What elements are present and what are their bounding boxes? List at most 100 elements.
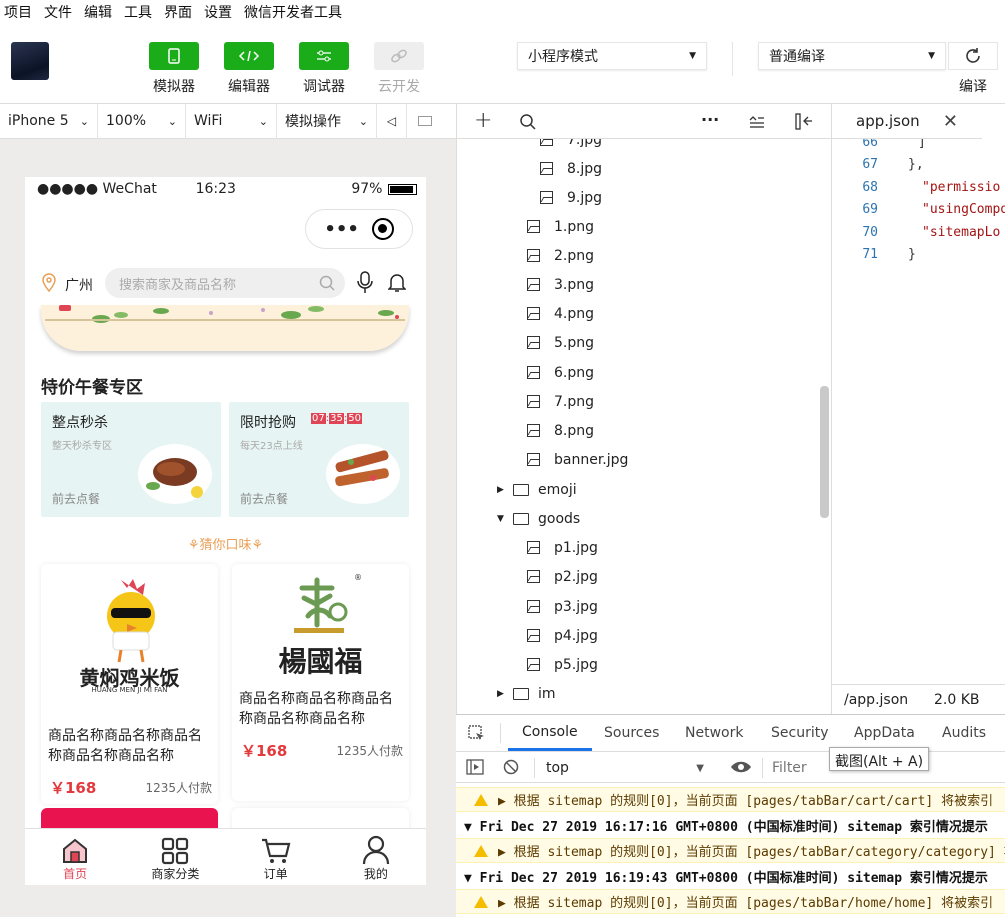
chevron-down-icon[interactable]: ▼ [497,514,505,524]
compile-button[interactable] [948,42,998,70]
tree-file[interactable]: 5.png [527,328,594,357]
window-button[interactable] [407,104,442,139]
tree-file[interactable]: 4.png [527,299,594,328]
microphone-icon[interactable] [357,271,373,295]
menu-tools[interactable]: 工具 [120,2,160,22]
tab-audits[interactable]: Audits [942,715,986,751]
tab-profile[interactable]: 我的 [326,829,426,885]
zoom-select[interactable]: 100% ⌄ [98,103,186,139]
console-group[interactable]: ▼ Fri Dec 27 2019 16:17:16 GMT+0800 (中国标… [456,813,1005,838]
tab-orders[interactable]: 订单 [226,829,326,885]
cloud-button[interactable] [374,42,424,70]
collapse-all-icon[interactable] [749,115,765,129]
tree-folder[interactable]: ▼ goods [497,504,580,533]
chevron-right-icon[interactable]: ▶ [497,485,505,495]
tree-file[interactable]: p1.jpg [527,533,598,562]
tree-file[interactable]: 7.png [527,387,594,416]
tree-file[interactable]: p4.jpg [527,621,598,650]
tab-sources[interactable]: Sources [604,715,659,751]
search-input[interactable]: 搜索商家及商品名称 [105,268,345,298]
tree-file[interactable]: 9.jpg [540,183,602,212]
mute-button[interactable]: ◁ [377,103,407,139]
product-card[interactable]: 黄焖鸡米饭 HUANG MEN JI MI FAN 商品名称商品名称商品名称商品… [41,564,218,804]
user-avatar[interactable] [11,42,49,80]
menu-view[interactable]: 界面 [160,2,200,22]
compile-select-value: 普通编译 [769,49,825,65]
flash-sale-card[interactable]: 整点秒杀 整天秒杀专区 前去点餐 [41,402,221,517]
product-sold: 1235人付款 [336,744,403,758]
clear-console-icon[interactable] [503,759,519,775]
console-warning[interactable]: ▶ 根据 sitemap 的规则[0]，当前页面 [pages/tabBar/h… [456,889,1005,914]
image-file-icon [527,336,540,349]
console-warning[interactable]: ▶ 根据 sitemap 的规则[0]，当前页面 [pages/tabBar/c… [456,838,1005,863]
network-select[interactable]: WiFi ⌄ [186,103,277,139]
tab-network[interactable]: Network [685,715,743,751]
tab-security[interactable]: Security [771,715,829,751]
flash-sale-link[interactable]: 前去点餐 [52,490,100,507]
console-warning[interactable]: ▶ 根据 sitemap 的规则[0]，当前页面 [pages/tabBar/c… [456,787,1005,812]
hide-tree-icon[interactable] [795,113,813,130]
device-select[interactable]: iPhone 5 ⌄ [0,103,98,139]
tree-file[interactable]: 1.png [527,212,594,241]
tree-folder[interactable]: ▶ emoji [497,475,577,504]
menu-file[interactable]: 文件 [40,2,80,22]
context-select[interactable]: top ▼ [540,756,710,780]
menu-edit[interactable]: 编辑 [80,2,120,22]
menu-project[interactable]: 项目 [0,2,40,22]
countdown-minutes: 35 [329,413,344,424]
close-icon[interactable]: ✕ [943,111,958,132]
tree-file[interactable]: 7.jpg [540,139,602,154]
tree-file[interactable]: p3.jpg [527,592,598,621]
brand-logo-text: 楊國福 [278,645,363,678]
simulator-button[interactable] [149,42,199,70]
limited-sale-title: 限时抢购 [240,415,296,431]
chevron-right-icon[interactable]: ▶ [497,689,505,699]
tab-category[interactable]: 商家分类 [125,829,225,885]
product-card[interactable]: ® 楊國福 商品名称商品名称商品名称商品名称商品名称 ￥168 1235人付款 [232,564,409,801]
tree-file[interactable]: p5.jpg [527,650,598,679]
close-miniprogram-icon[interactable] [371,218,394,240]
product-price: ￥168 [241,742,288,760]
bell-icon[interactable] [388,272,406,292]
search-icon[interactable] [520,114,536,130]
tab-home[interactable]: 首页 [25,829,125,885]
tree-folder[interactable]: ▶ im [497,679,556,708]
limited-sale-card[interactable]: 限时抢购 07: 35: 50 每天23点上线 前去点餐 [229,402,409,517]
more-icon[interactable]: ••• [324,219,359,240]
operation-select[interactable]: 模拟操作 ⌄ [277,103,377,139]
location-pin-icon[interactable] [41,273,57,293]
menu-settings[interactable]: 设置 [200,2,240,22]
location-city[interactable]: 广州 [65,275,93,295]
tree-file[interactable]: 6.png [527,358,594,387]
more-icon[interactable]: ··· [701,110,719,129]
mode-select[interactable]: 小程序模式 ▼ [517,42,707,70]
code-line: ] [918,139,926,150]
tree-file[interactable]: p2.jpg [527,562,598,591]
editor-status-bar: /app.json 2.0 KB [832,684,1005,714]
banner-carousel[interactable] [41,305,409,351]
tab-appdata[interactable]: AppData [854,715,915,751]
editor-button[interactable] [224,42,274,70]
debugger-button[interactable] [299,42,349,70]
tree-file[interactable]: 2.png [527,241,594,270]
capsule-menu[interactable]: ••• [305,209,413,249]
tree-file[interactable]: banner.jpg [527,445,628,474]
eye-icon[interactable] [730,760,752,774]
tree-file[interactable]: 8.png [527,416,594,445]
tree-scrollbar[interactable] [820,386,829,518]
limited-sale-link[interactable]: 前去点餐 [240,490,288,507]
tree-file[interactable]: 3.png [527,270,594,299]
editor-tab[interactable]: app.json ✕ [832,104,982,139]
add-file-icon[interactable]: + [474,108,492,133]
code-area[interactable]: 66 ] 67 }, 68 "permissio 69 "usingCompo … [832,139,1005,684]
tab-console[interactable]: Console [508,715,592,751]
sidebar-toggle-icon[interactable] [466,759,484,775]
editor-panel: app.json ✕ 66 ] 67 }, 68 "permissio 69 "… [831,104,1005,714]
inspect-icon[interactable] [468,725,486,743]
console-group[interactable]: ▼ Fri Dec 27 2019 16:19:43 GMT+0800 (中国标… [456,864,1005,889]
menu-devtools[interactable]: 微信开发者工具 [240,2,350,22]
console-filter-input[interactable] [772,757,832,779]
cloud-label: 云开发 [378,79,420,95]
tree-file[interactable]: 8.jpg [540,154,602,183]
compile-select[interactable]: 普通编译 ▼ [758,42,946,70]
